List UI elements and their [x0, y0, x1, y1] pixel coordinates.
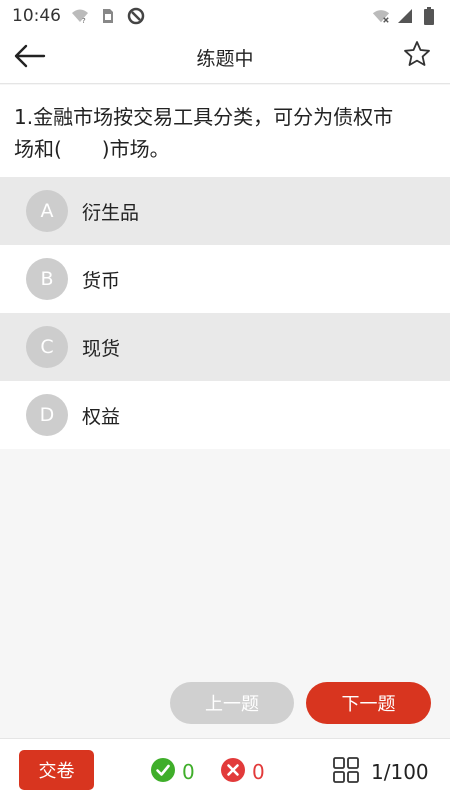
- question-progress: 1/100: [371, 760, 429, 784]
- grid-icon: [333, 757, 359, 787]
- answer-sheet-button[interactable]: 1/100: [333, 757, 429, 787]
- wifi-off-icon: [372, 7, 390, 25]
- back-button[interactable]: [14, 42, 50, 74]
- svg-text:?: ?: [82, 17, 86, 24]
- option-d[interactable]: D 权益: [0, 381, 450, 449]
- question-line-2: 场和( )市场。: [14, 137, 170, 161]
- correct-count: 0: [182, 760, 195, 784]
- question-text: 1.金融市场按交易工具分类，可分为债权市 场和( )市场。: [0, 85, 450, 177]
- correct-counter: 0: [151, 758, 195, 786]
- prev-question-button[interactable]: 上一题: [170, 682, 294, 724]
- status-left: 10:46 ?: [12, 6, 145, 26]
- option-label: 现货: [82, 337, 121, 360]
- check-circle-icon: [151, 758, 175, 786]
- next-question-button[interactable]: 下一题: [306, 682, 431, 724]
- option-c[interactable]: C 现货: [0, 313, 450, 381]
- header: 练题中: [0, 32, 450, 84]
- submit-exam-button[interactable]: 交卷: [19, 750, 94, 790]
- wifi-question-icon: ?: [71, 7, 89, 25]
- data-saver-icon: [127, 7, 145, 25]
- arrow-left-icon: [14, 44, 46, 72]
- question-line-1: 1.金融市场按交易工具分类，可分为债权市: [14, 105, 394, 129]
- sim-card-icon: [99, 7, 117, 25]
- options-list: A 衍生品 B 货币 C 现货 D 权益: [0, 177, 450, 449]
- favorite-button[interactable]: [402, 41, 432, 71]
- bottom-bar: 交卷 0 0 1/100: [0, 738, 450, 800]
- page-title: 练题中: [196, 48, 254, 70]
- status-right: [372, 7, 438, 25]
- option-a[interactable]: A 衍生品: [0, 177, 450, 245]
- wrong-count: 0: [252, 760, 265, 784]
- option-letter: A: [26, 190, 68, 232]
- option-label: 权益: [82, 405, 121, 428]
- option-letter: B: [26, 258, 68, 300]
- option-label: 衍生品: [82, 201, 140, 224]
- option-label: 货币: [82, 269, 121, 292]
- status-time: 10:46: [12, 6, 61, 26]
- wrong-counter: 0: [221, 758, 265, 786]
- x-circle-icon: [221, 758, 245, 786]
- status-bar: 10:46 ?: [0, 0, 450, 32]
- question-navigation: 上一题 下一题: [0, 682, 450, 726]
- option-b[interactable]: B 货币: [0, 245, 450, 313]
- star-outline-icon: [403, 40, 431, 72]
- option-letter: C: [26, 326, 68, 368]
- option-letter: D: [26, 394, 68, 436]
- cell-signal-icon: [396, 7, 414, 25]
- battery-icon: [420, 7, 438, 25]
